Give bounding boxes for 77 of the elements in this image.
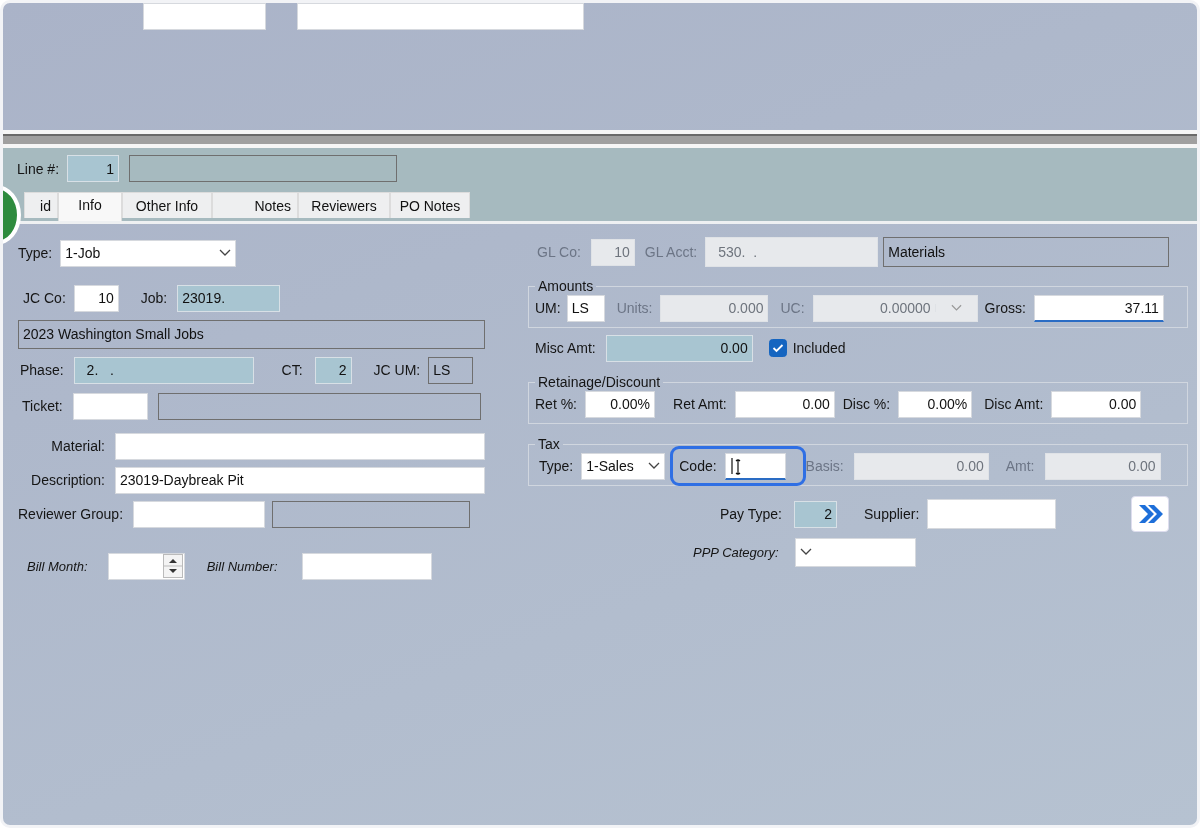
dropdown[interactable] <box>794 537 916 567</box>
text-field[interactable]: 0.00% <box>898 390 973 418</box>
field-label: Bill Month: <box>27 558 88 574</box>
text-field[interactable] <box>301 552 432 580</box>
text-cursor-icon <box>729 455 742 476</box>
field-label: Misc Amt: <box>535 340 596 356</box>
field-label: Units: <box>616 300 653 316</box>
tab[interactable]: PO Notes <box>390 192 470 218</box>
display-field: 2023 Washington Small Jobs <box>18 319 485 349</box>
chevron-down-icon <box>648 462 661 470</box>
text-field[interactable]: 0.00 <box>1051 390 1142 418</box>
field-label: GL Co: <box>537 244 581 260</box>
field-label: Disc %: <box>842 396 891 412</box>
display-field: Materials <box>883 237 1170 267</box>
field-label: Code: <box>679 458 717 474</box>
field-label: GL Acct: <box>644 244 698 260</box>
group-title: Amounts <box>537 278 595 294</box>
field-label: Line #: <box>17 160 60 177</box>
field-label: CT: <box>281 362 303 378</box>
field-label: Type: <box>18 245 53 261</box>
spinner-field[interactable] <box>107 552 185 580</box>
tab[interactable]: Other Info <box>122 192 212 218</box>
field-label: Bill Number: <box>206 558 278 574</box>
splitter-bar[interactable] <box>3 134 1197 144</box>
field-label: Type: <box>539 458 574 474</box>
field-label: Ret %: <box>535 396 577 412</box>
text-field[interactable] <box>133 500 266 528</box>
checkbox[interactable] <box>768 339 787 357</box>
next-button[interactable] <box>1131 496 1170 532</box>
dropdown[interactable]: 1-Job <box>60 239 237 267</box>
group-title: Retainage/Discount <box>537 374 662 390</box>
field-label: Ret Amt: <box>673 396 727 412</box>
text-field[interactable]: 37.11 <box>1033 294 1164 322</box>
tab[interactable]: Reviewers <box>298 192 390 218</box>
text-field[interactable]: 2. . <box>73 356 254 384</box>
text-field[interactable]: 10 <box>73 284 119 312</box>
text-field[interactable] <box>724 452 786 480</box>
field-label: JC UM: <box>373 362 421 378</box>
text-field[interactable] <box>115 432 485 460</box>
field-label: Gross: <box>984 300 1026 316</box>
text-field[interactable]: 2 <box>314 356 352 384</box>
text-field[interactable]: 23019. <box>177 284 281 312</box>
field-label: Reviewer Group: <box>18 506 124 522</box>
group-title: Tax <box>537 436 561 452</box>
field-label: Disc Amt: <box>984 396 1044 412</box>
field-label: UM: <box>535 300 561 316</box>
field-label: UC: <box>780 300 805 316</box>
field-label: Description: <box>30 472 105 488</box>
text-field[interactable]: 2 <box>794 500 837 528</box>
text-field[interactable]: 0.00 <box>734 390 835 418</box>
spinner-arrows-icon <box>162 554 183 578</box>
chevron-down-icon <box>219 249 232 257</box>
field-label: Basis: <box>805 458 844 474</box>
tab[interactable]: Info <box>58 192 122 221</box>
field-label: PPP Category: <box>693 544 779 560</box>
display-field: LS <box>428 356 474 384</box>
checkbox-label: Included <box>792 340 846 356</box>
field-label: Amt: <box>1005 458 1035 474</box>
field-label: Phase: <box>20 362 64 378</box>
field-label: Material: <box>50 438 105 454</box>
field-label: Pay Type: <box>720 506 782 522</box>
field-label: Job: <box>140 290 168 306</box>
text-field[interactable]: 1 <box>67 155 120 182</box>
chevron-down-icon <box>799 548 812 556</box>
text-field[interactable] <box>927 499 1057 529</box>
text-field[interactable]: LS <box>566 294 605 322</box>
field-label: JC Co: <box>23 290 66 306</box>
field-label: Ticket: <box>22 398 63 414</box>
tab[interactable]: id <box>24 192 58 218</box>
text-field[interactable]: 0.00 <box>605 334 753 362</box>
dropdown[interactable]: 1-Sales <box>581 452 666 480</box>
text-field[interactable]: 23019-Daybreak Pit <box>115 466 485 494</box>
text-field[interactable] <box>143 3 266 30</box>
field-label: Supplier: <box>864 506 920 522</box>
text-field[interactable]: 0.00% <box>585 390 655 418</box>
tab[interactable]: Notes <box>212 192 298 218</box>
text-field[interactable] <box>72 392 148 420</box>
